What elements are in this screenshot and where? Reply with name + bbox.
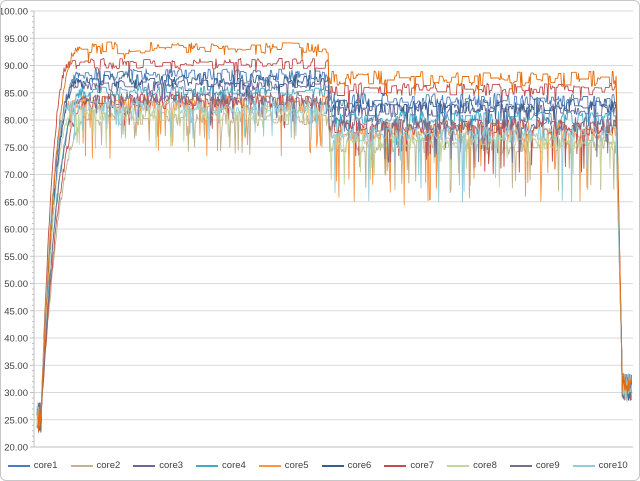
y-axis-label: 90.00	[4, 61, 28, 72]
y-axis-label: 20.00	[4, 443, 28, 454]
legend-marker-core5	[259, 465, 281, 467]
legend-item-core10: core10	[573, 459, 628, 473]
legend-label: core5	[285, 459, 309, 473]
y-axis-label: 25.00	[4, 415, 28, 426]
y-axis-label: 100.00	[1, 7, 28, 18]
legend-label: core8	[473, 459, 497, 473]
legend-marker-core10	[573, 465, 595, 467]
legend-label: core10	[599, 459, 628, 473]
legend-marker-core3	[133, 465, 155, 467]
legend-label: core7	[410, 459, 434, 473]
legend: core0core1core2core3core4core5core6core7…	[1, 459, 639, 473]
legend-marker-core1	[8, 465, 30, 467]
line-chart: 100.00 95.00 90.00 85.00 80.00 75.00 70.00 65.0…	[1, 1, 640, 460]
legend-marker-core9	[510, 465, 532, 467]
y-axis-label: 85.00	[4, 88, 28, 99]
legend-label: core9	[536, 459, 560, 473]
y-axis-label: 30.00	[4, 388, 28, 399]
legend-label: core1	[34, 459, 58, 473]
legend-item-core6: core6	[322, 459, 372, 473]
legend-item-core7: core7	[384, 459, 434, 473]
y-axis-label: 75.00	[4, 143, 28, 154]
legend-item-core2: core2	[71, 459, 121, 473]
y-axis-label: 95.00	[4, 34, 28, 45]
legend-item-core4: core4	[196, 459, 246, 473]
legend-marker-core8	[447, 465, 469, 467]
y-axis-label: 55.00	[4, 252, 28, 263]
legend-item-core8: core8	[447, 459, 497, 473]
y-axis-label: 50.00	[4, 279, 28, 290]
legend-label: core4	[222, 459, 246, 473]
y-axis-label: 65.00	[4, 197, 28, 208]
legend-item-core5: core5	[259, 459, 309, 473]
legend-item-core9: core9	[510, 459, 560, 473]
legend-marker-core6	[322, 465, 344, 467]
legend-label: core2	[97, 459, 121, 473]
y-axis-label: 45.00	[4, 306, 28, 317]
legend-marker-core7	[384, 465, 406, 467]
chart-frame: 100.00 95.00 90.00 85.00 80.00 75.00 70.00 65.0…	[0, 0, 640, 481]
legend-label: core6	[348, 459, 372, 473]
y-axis-label: 35.00	[4, 361, 28, 372]
legend-item-core3: core3	[133, 459, 183, 473]
legend-marker-core2	[71, 465, 93, 467]
legend-item-core1: core1	[8, 459, 58, 473]
y-axis-label: 80.00	[4, 116, 28, 127]
y-axis-label: 60.00	[4, 225, 28, 236]
legend-label: core3	[159, 459, 183, 473]
y-axis-label: 70.00	[4, 170, 28, 181]
legend-marker-core4	[196, 465, 218, 467]
y-axis-label: 40.00	[4, 334, 28, 345]
